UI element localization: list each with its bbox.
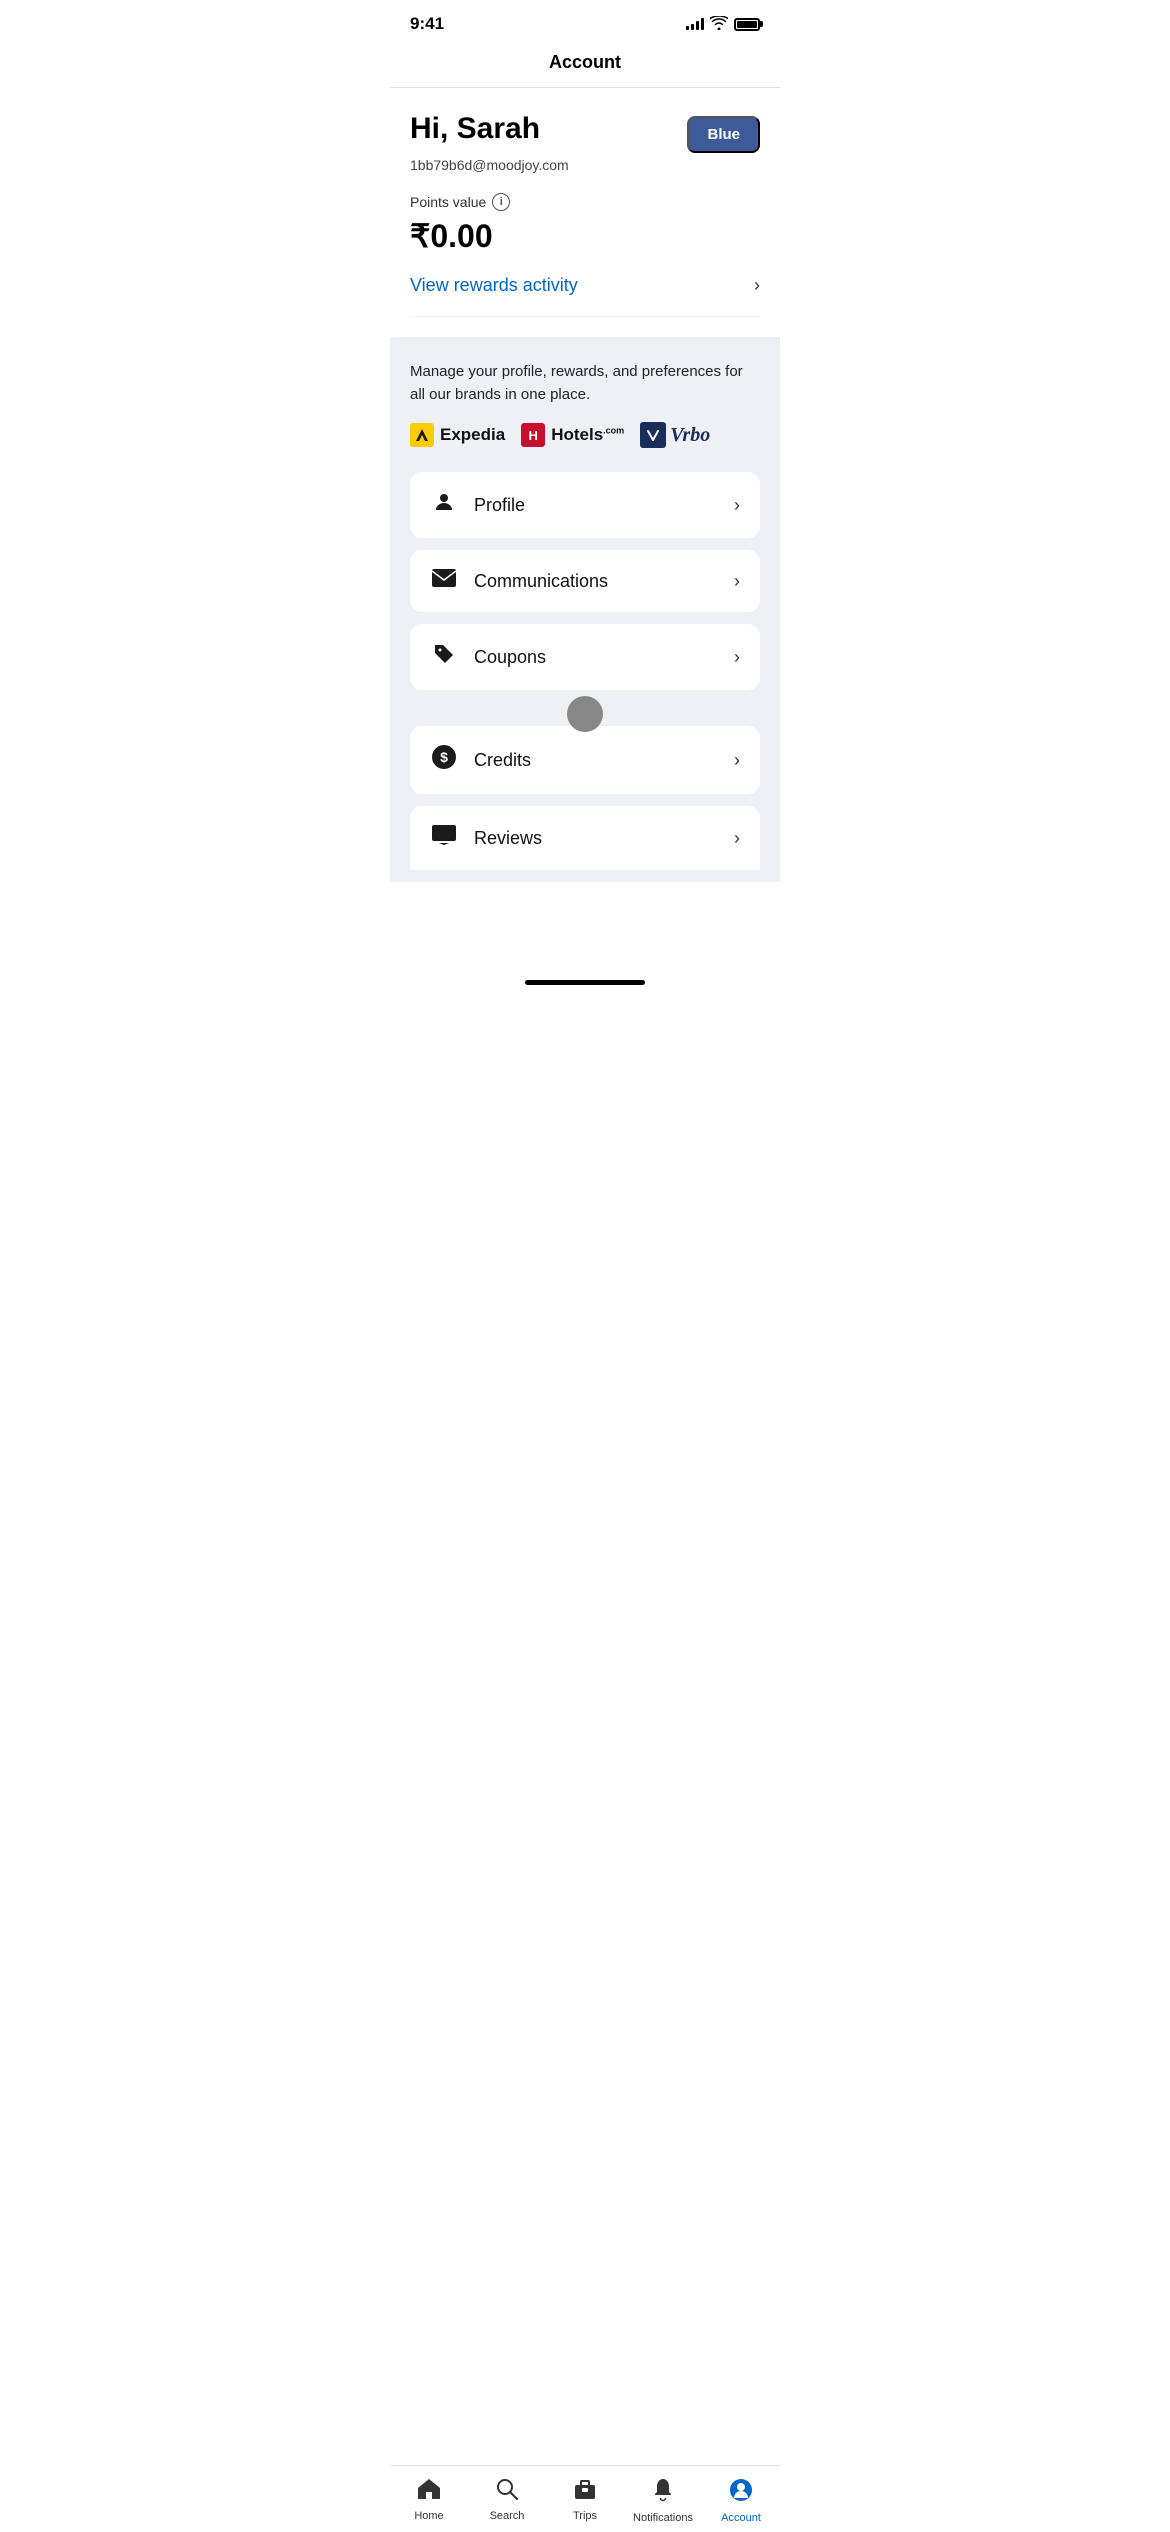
battery-icon (734, 18, 760, 31)
reviews-chevron-icon: › (734, 828, 740, 849)
menu-item-credits[interactable]: $ Credits › (410, 726, 760, 794)
nav-notifications-label: Notifications (633, 2512, 693, 2524)
tag-icon (430, 642, 458, 672)
rewards-link-row[interactable]: View rewards activity › (410, 275, 760, 317)
status-time: 9:41 (410, 14, 444, 34)
profile-section: Hi, Sarah Blue 1bb79b6d@moodjoy.com Poin… (390, 88, 780, 337)
dollar-icon: $ (430, 744, 458, 776)
menu-item-profile[interactable]: Profile › (410, 472, 760, 538)
communications-chevron-icon: › (734, 571, 740, 592)
wifi-icon (710, 16, 728, 33)
home-bar (525, 980, 645, 985)
brands-description: Manage your profile, rewards, and prefer… (410, 361, 760, 406)
signal-bars (686, 18, 704, 30)
credits-label: Credits (474, 750, 531, 771)
user-email: 1bb79b6d@moodjoy.com (410, 157, 760, 173)
account-icon (729, 2478, 753, 2508)
home-icon (417, 2478, 441, 2506)
menu-item-coupons[interactable]: Coupons › (410, 624, 760, 690)
nav-item-notifications[interactable]: Notifications (633, 2478, 693, 2524)
nav-account-label: Account (721, 2512, 761, 2524)
page-title: Account (549, 52, 621, 72)
gray-section: Manage your profile, rewards, and prefer… (390, 337, 780, 882)
profile-label: Profile (474, 495, 525, 516)
vrbo-logo (640, 422, 666, 448)
bottom-nav: Home Search Trips Notif (390, 2465, 780, 2532)
search-icon (496, 2478, 518, 2506)
profile-chevron-icon: › (734, 495, 740, 516)
reviews-label: Reviews (474, 828, 542, 849)
nav-search-label: Search (490, 2510, 525, 2522)
hotels-brand: H Hotels.com (521, 423, 624, 447)
rewards-chevron-icon: › (754, 275, 760, 296)
status-icons (686, 16, 760, 33)
nav-item-account[interactable]: Account (711, 2478, 771, 2524)
nav-item-trips[interactable]: Trips (555, 2478, 615, 2522)
blue-badge-button[interactable]: Blue (687, 116, 760, 153)
status-bar: 9:41 (390, 0, 780, 42)
points-value: ₹0.00 (410, 217, 760, 255)
menu-list: Profile › Communications › (410, 472, 760, 870)
info-icon[interactable]: i (492, 193, 510, 211)
points-label-text: Points value (410, 194, 486, 210)
svg-text:$: $ (440, 749, 448, 765)
coupons-chevron-icon: › (734, 647, 740, 668)
communications-label: Communications (474, 571, 608, 592)
trips-icon (573, 2478, 597, 2506)
brands-row: Expedia H Hotels.com Vrbo (410, 422, 760, 448)
menu-item-reviews[interactable]: Reviews › (410, 806, 760, 870)
expedia-name: Expedia (440, 425, 505, 445)
mail-icon (430, 568, 458, 594)
rewards-link[interactable]: View rewards activity (410, 275, 578, 296)
coupons-label: Coupons (474, 647, 546, 668)
hotels-name: Hotels.com (551, 425, 624, 445)
expedia-brand: Expedia (410, 423, 505, 447)
greeting-text: Hi, Sarah (410, 112, 540, 146)
person-icon (430, 490, 458, 520)
expedia-logo (410, 423, 434, 447)
credits-chevron-icon: › (734, 750, 740, 771)
points-label-row: Points value i (410, 193, 760, 211)
nav-item-search[interactable]: Search (477, 2478, 537, 2522)
nav-trips-label: Trips (573, 2510, 597, 2522)
notifications-icon (653, 2478, 673, 2508)
nav-item-home[interactable]: Home (399, 2478, 459, 2522)
menu-item-communications[interactable]: Communications › (410, 550, 760, 612)
page-header: Account (390, 42, 780, 88)
nav-home-label: Home (414, 2510, 443, 2522)
hotels-logo: H (521, 423, 545, 447)
vrbo-brand: Vrbo (640, 422, 710, 448)
reviews-icon (430, 824, 458, 852)
greeting-row: Hi, Sarah Blue (410, 112, 760, 153)
vrbo-name: Vrbo (670, 424, 710, 447)
